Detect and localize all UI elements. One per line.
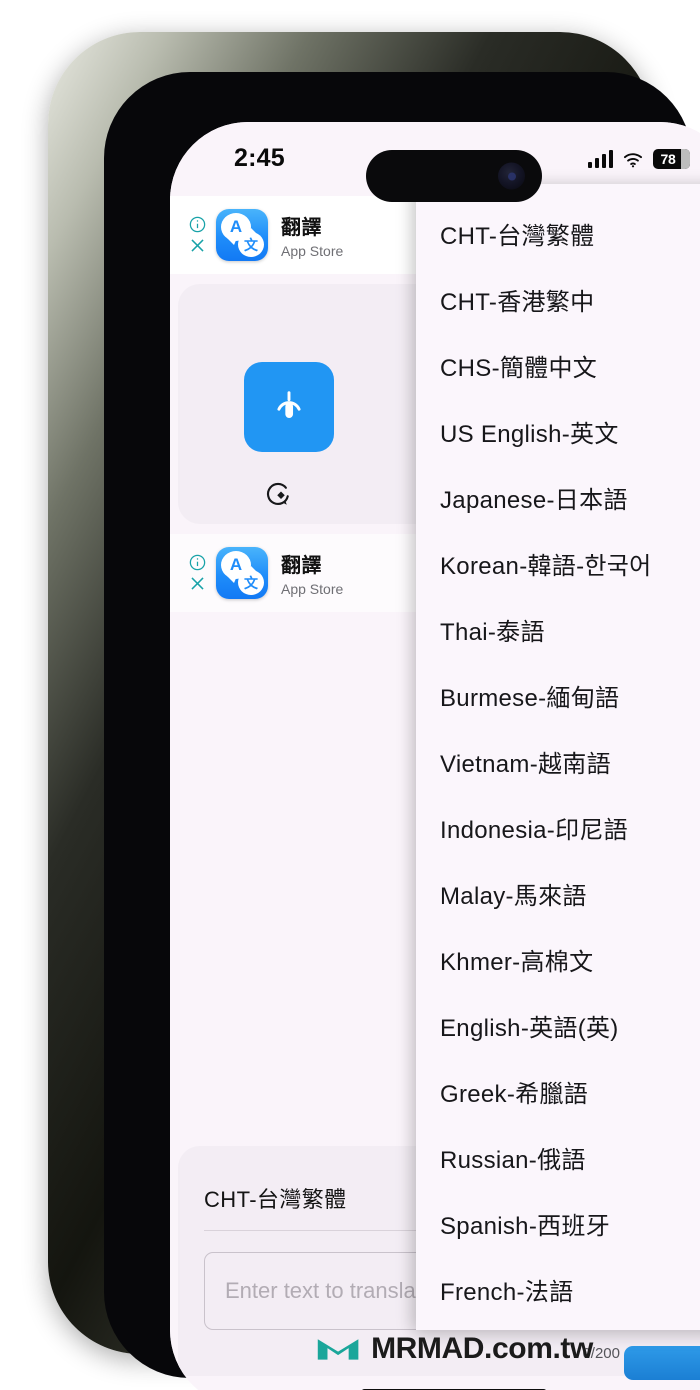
close-x-icon[interactable] xyxy=(188,236,207,255)
language-option[interactable]: Khmer-高棉文 xyxy=(416,926,700,992)
language-option[interactable]: Greek-希臘語 xyxy=(416,1058,700,1124)
app-banner-subtitle: App Store xyxy=(281,243,344,259)
language-option[interactable]: Thai-泰語 xyxy=(416,596,700,662)
language-option[interactable]: Russian-俄語 xyxy=(416,1124,700,1190)
banner-actions xyxy=(178,215,216,255)
battery-percent: 78 xyxy=(660,151,676,167)
translate-app-icon: A 文 xyxy=(216,547,268,599)
banner-text: 翻譯 App Store xyxy=(281,211,343,259)
front-camera-icon xyxy=(498,162,525,190)
app-banner-title: 翻譯 xyxy=(281,555,322,577)
wifi-icon xyxy=(623,152,643,167)
language-option[interactable]: English-英語(英) xyxy=(416,992,700,1058)
close-x-icon[interactable] xyxy=(188,574,207,593)
language-option[interactable]: Vietnam-越南語 xyxy=(416,728,700,794)
language-option[interactable]: Indonesia-印尼語 xyxy=(416,794,700,860)
language-option[interactable]: Japanese-日本語 xyxy=(416,464,700,530)
character-counter: 0/200 xyxy=(582,1345,620,1362)
translate-input-placeholder: Enter text to translate xyxy=(225,1278,435,1303)
banner-text: 翻譯 App Store xyxy=(281,549,343,597)
rotate-refresh-icon[interactable] xyxy=(264,480,294,515)
app-icon-letter-cjk: 文 xyxy=(238,566,264,595)
language-option[interactable]: Malay-馬來語 xyxy=(416,860,700,926)
language-dropdown-list: CHT-台灣繁體 CHT-香港繁中 CHS-簡體中文 US English-英文 Jap… xyxy=(416,184,700,1330)
status-indicators: 78 xyxy=(588,149,690,169)
translate-app-icon: A 文 xyxy=(216,209,268,261)
cursor-tap-tile[interactable] xyxy=(244,362,334,452)
phone-bezel: A 文 翻譯 App Store A 文 翻譯 App Store CHT-台灣… xyxy=(104,72,700,1390)
language-option[interactable]: Spanish-西班牙 xyxy=(416,1190,700,1256)
language-option[interactable]: US English-英文 xyxy=(416,398,700,464)
app-banner-subtitle: App Store xyxy=(281,581,344,597)
language-option[interactable]: French-法語 xyxy=(416,1256,700,1322)
language-option[interactable]: CHS-簡體中文 xyxy=(416,332,700,398)
dynamic-island xyxy=(366,150,542,202)
cellular-bars-icon xyxy=(588,150,613,168)
language-option[interactable]: Burmese-緬甸語 xyxy=(416,662,700,728)
cursor-tap-icon xyxy=(277,391,301,418)
app-icon-letter-cjk: 文 xyxy=(238,228,264,257)
language-option[interactable]: CHT-香港繁中 xyxy=(416,266,700,332)
app-banner-title: 翻譯 xyxy=(281,217,322,239)
status-time: 2:45 xyxy=(234,144,285,172)
language-option[interactable]: CHT-台灣繁體 xyxy=(416,200,700,266)
info-circle-icon[interactable] xyxy=(188,215,207,234)
translate-send-button[interactable] xyxy=(624,1346,700,1380)
language-dropdown[interactable]: CHT-台灣繁體 CHT-香港繁中 CHS-簡體中文 US English-英文 Jap… xyxy=(416,184,700,1330)
info-circle-icon[interactable] xyxy=(188,553,207,572)
screenshot-stage: A 文 翻譯 App Store A 文 翻譯 App Store CHT-台灣… xyxy=(0,0,700,1390)
app-page: A 文 翻譯 App Store A 文 翻譯 App Store CHT-台灣… xyxy=(170,122,700,1390)
phone-frame: A 文 翻譯 App Store A 文 翻譯 App Store CHT-台灣… xyxy=(48,32,700,1390)
language-option[interactable]: Korean-韓語-한국어 xyxy=(416,530,700,596)
battery-icon: 78 xyxy=(653,149,690,169)
banner-actions xyxy=(178,553,216,593)
phone-screen: A 文 翻譯 App Store A 文 翻譯 App Store CHT-台灣… xyxy=(170,122,700,1390)
